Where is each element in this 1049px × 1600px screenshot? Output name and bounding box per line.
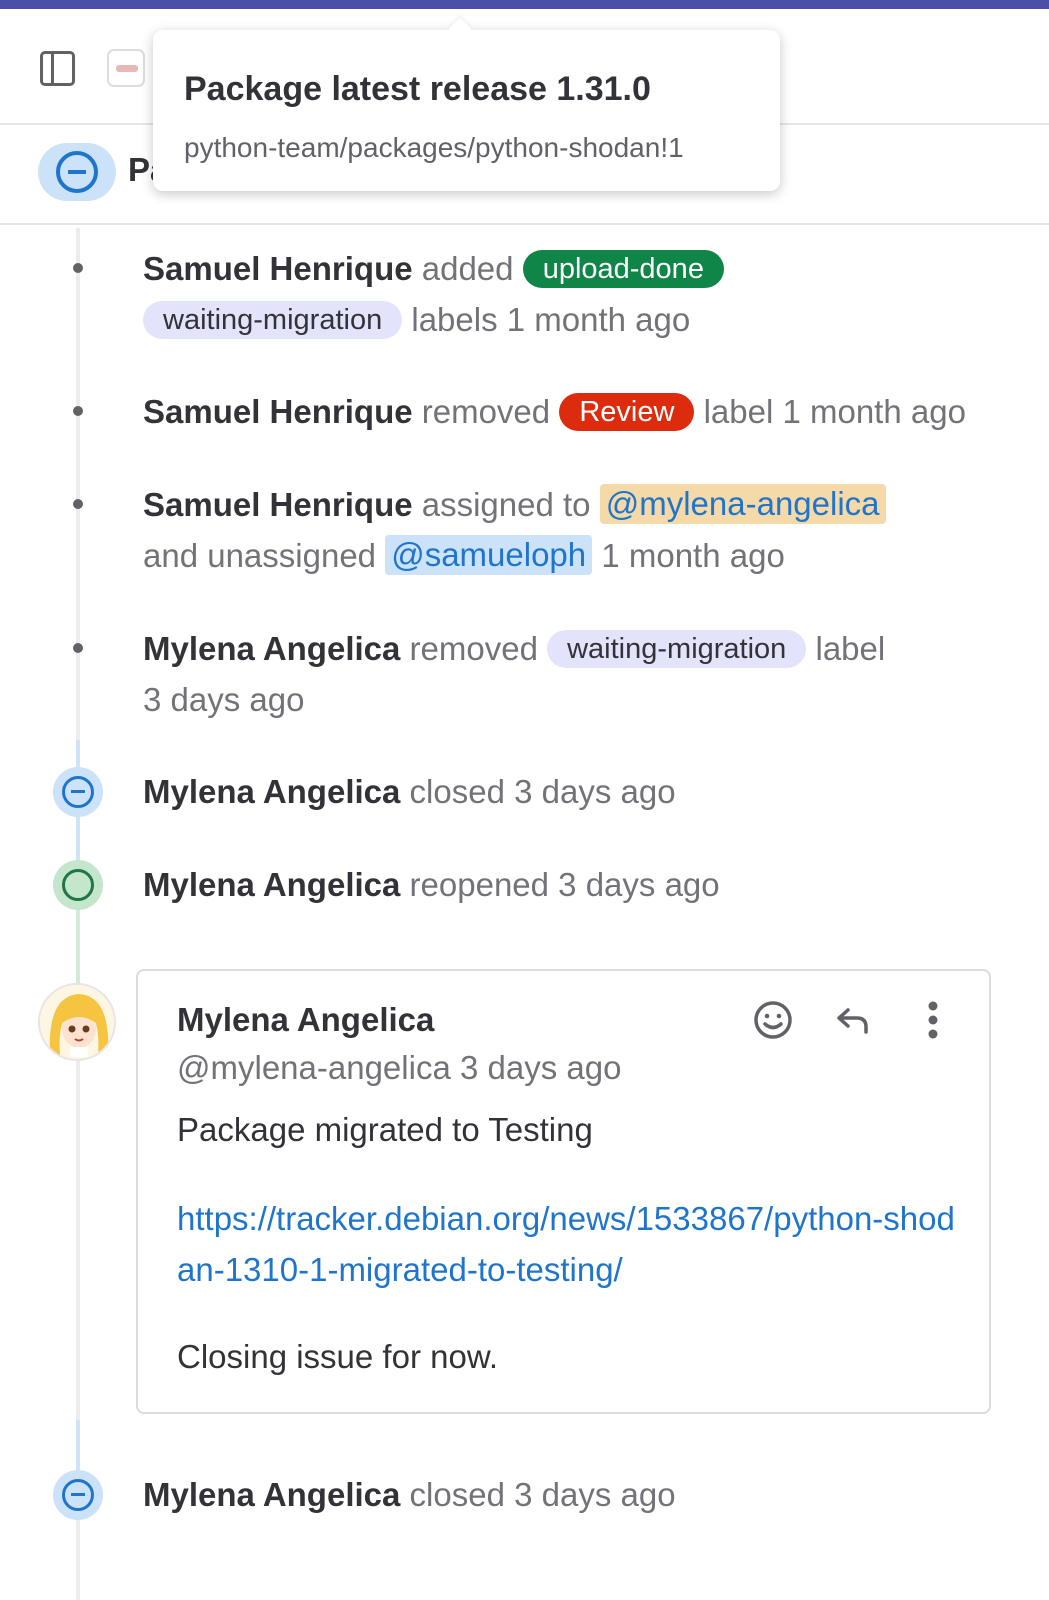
comment-link[interactable]: https://tracker.debian.org/news/1533867/… (177, 1193, 967, 1295)
top-accent-bar (0, 0, 1049, 9)
event-middle: and unassigned (143, 537, 377, 574)
issue-reopen-icon (53, 860, 103, 910)
sidebar-panel-icon[interactable] (40, 51, 75, 86)
event-author[interactable]: Mylena Angelica (143, 773, 400, 810)
timeline-dot (73, 643, 83, 653)
timeline-dot (73, 263, 83, 273)
comment-meta: @mylena-angelica 3 days ago (177, 1049, 622, 1086)
event-suffix: label (815, 630, 886, 667)
event-suffix: labels 1 month ago (411, 301, 691, 338)
issue-closed-icon (53, 767, 103, 817)
event-action: reopened 3 days ago (409, 866, 720, 903)
comment-author[interactable]: Mylena Angelica (177, 1001, 434, 1039)
comment-closing-text: Closing issue for now. (177, 1338, 498, 1375)
comment-actions (751, 998, 955, 1042)
event-author[interactable]: Mylena Angelica (143, 630, 400, 667)
issue-closed-icon (53, 1470, 103, 1520)
event-author[interactable]: Samuel Henrique (143, 250, 413, 287)
system-note: Mylena Angelica reopened 3 days ago (143, 859, 720, 910)
comment-card: Mylena Angelica @mylena-angelica 3 days … (136, 969, 991, 1414)
event-action: removed (421, 393, 551, 430)
project-avatar-icon[interactable] (107, 49, 145, 87)
event-suffix: label 1 month ago (703, 393, 966, 430)
event-action: closed 3 days ago (409, 1476, 676, 1513)
issue-closed-icon (56, 151, 98, 193)
event-author[interactable]: Samuel Henrique (143, 393, 413, 430)
system-note: Mylena Angelica removed waiting-migratio… (143, 623, 1023, 725)
system-note: Samuel Henrique added upload-done waitin… (143, 243, 1023, 345)
event-action: assigned to (421, 486, 591, 523)
comment-body: Package migrated to Testing (177, 1111, 593, 1148)
label-review[interactable]: Review (559, 393, 695, 431)
event-time: 3 days ago (143, 681, 305, 718)
tooltip-reference: python-team/packages/python-shodan!1 (184, 132, 684, 163)
event-action: removed (409, 630, 538, 667)
label-upload-done[interactable]: upload-done (522, 250, 724, 288)
anime-avatar-icon (40, 985, 114, 1059)
system-note: Mylena Angelica closed 3 days ago (143, 766, 676, 817)
tooltip-title: Package latest release 1.31.0 (184, 70, 651, 108)
system-note: Samuel Henrique assigned to @mylena-ange… (143, 479, 1023, 581)
system-note: Mylena Angelica closed 3 days ago (143, 1469, 676, 1520)
user-mention[interactable]: @samueloph (385, 535, 593, 575)
event-author[interactable]: Mylena Angelica (143, 866, 400, 903)
event-action: added (421, 250, 514, 287)
timeline-dot (73, 406, 83, 416)
more-actions-icon[interactable] (911, 998, 955, 1042)
system-note: Samuel Henrique removed Review label 1 m… (143, 386, 1043, 437)
label-waiting-migration[interactable]: waiting-migration (143, 301, 403, 339)
user-mention[interactable]: @mylena-angelica (599, 484, 886, 524)
event-author[interactable]: Mylena Angelica (143, 1476, 400, 1513)
event-suffix: 1 month ago (601, 537, 785, 574)
timeline-dot (73, 499, 83, 509)
label-waiting-migration[interactable]: waiting-migration (547, 630, 807, 668)
event-author[interactable]: Samuel Henrique (143, 486, 413, 523)
issue-status-badge (38, 143, 116, 201)
merge-request-tooltip: Package latest release 1.31.0 python-tea… (153, 30, 780, 191)
reply-icon[interactable] (831, 998, 875, 1042)
emoji-reaction-icon[interactable] (751, 998, 795, 1042)
event-action: closed 3 days ago (409, 773, 676, 810)
user-avatar[interactable] (38, 983, 116, 1061)
